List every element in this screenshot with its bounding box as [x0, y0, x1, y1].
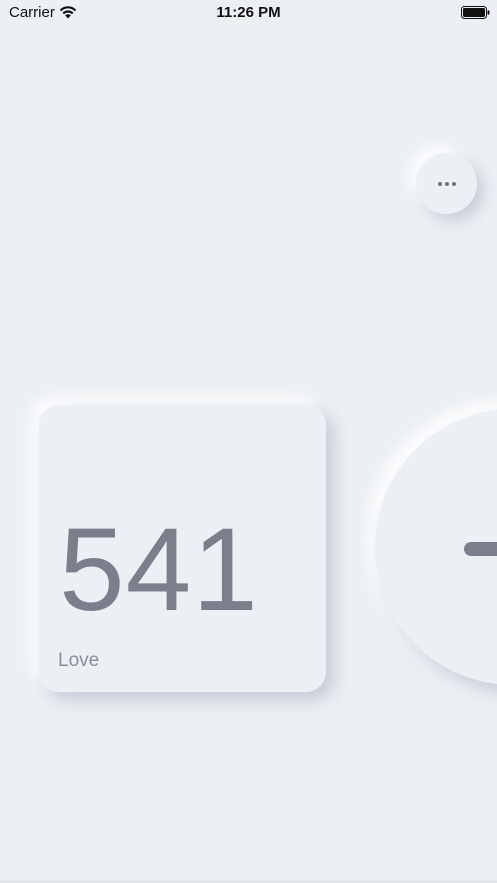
- decrement-button-area: [360, 395, 497, 705]
- battery-full-icon: [461, 6, 490, 19]
- bottom-divider: [0, 881, 497, 882]
- counter-card[interactable]: 541 Love: [39, 405, 326, 692]
- counter-label: Love: [58, 650, 100, 671]
- minus-icon: [464, 542, 497, 556]
- ellipsis-icon: [437, 181, 456, 186]
- status-bar: Carrier 11:26 PM: [0, 0, 497, 28]
- decrement-button[interactable]: [375, 409, 497, 685]
- counter-value: 541: [59, 504, 259, 636]
- status-time: 11:26 PM: [216, 4, 281, 21]
- more-options-button[interactable]: [416, 153, 477, 214]
